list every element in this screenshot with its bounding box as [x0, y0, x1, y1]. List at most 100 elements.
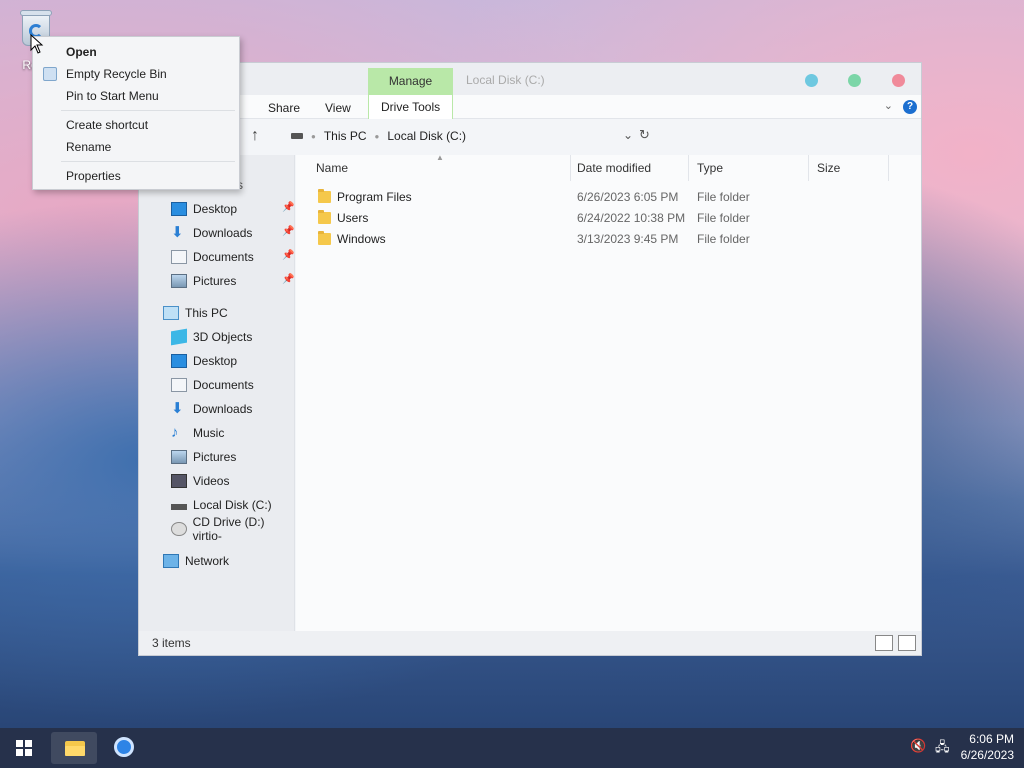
tab-share[interactable]: Share: [268, 101, 300, 115]
menu-item-pin-to-start[interactable]: Pin to Start Menu: [66, 89, 159, 103]
pin-icon: 📌: [282, 250, 295, 261]
breadcrumb-this-pc[interactable]: This PC: [324, 129, 367, 143]
nav-item-documents-pinned[interactable]: Documents: [171, 247, 254, 267]
nav-item-desktop-pinned[interactable]: Desktop: [171, 199, 237, 219]
nav-label: Desktop: [193, 354, 238, 368]
folder-icon: [318, 231, 331, 245]
nav-item-cd-drive[interactable]: CD Drive (D:) virtio-: [171, 515, 294, 543]
network-tray-icon[interactable]: 🖧: [935, 738, 950, 760]
window-title: Local Disk (C:): [466, 73, 545, 87]
nav-label: Videos: [193, 474, 230, 488]
windows-start-icon[interactable]: [16, 740, 32, 756]
nav-label: Network: [185, 554, 230, 568]
title-bar[interactable]: Manage Local Disk (C:): [139, 63, 921, 95]
menu-item-properties[interactable]: Properties: [66, 169, 121, 183]
file-type: File folder: [697, 232, 750, 246]
nav-label: Pictures: [193, 274, 237, 288]
manage-contextual-tab[interactable]: Manage: [368, 68, 453, 95]
nav-item-videos[interactable]: Videos: [171, 471, 229, 491]
document-icon: [171, 378, 187, 392]
recycle-bin-context-menu: Open Empty Recycle Bin Pin to Start Menu…: [32, 36, 240, 190]
pin-icon: 📌: [282, 202, 295, 213]
column-header-type[interactable]: Type: [689, 155, 809, 181]
menu-item-rename[interactable]: Rename: [66, 140, 111, 154]
cube-icon: [171, 328, 187, 346]
document-icon: [171, 250, 187, 264]
nav-network[interactable]: Network: [163, 551, 229, 571]
tab-view[interactable]: View: [325, 101, 351, 115]
nav-label: Pictures: [193, 450, 237, 464]
desktop-icon: [171, 354, 187, 368]
file-name: Windows: [337, 232, 386, 246]
pin-icon: 📌: [282, 274, 295, 285]
expand-ribbon-icon[interactable]: ⌄: [884, 99, 893, 112]
taskbar: 🔇 🖧 6:06 PM 6/26/2023: [0, 728, 1024, 768]
nav-item-documents[interactable]: Documents: [171, 375, 254, 395]
nav-label: Downloads: [193, 402, 253, 416]
nav-this-pc[interactable]: This PC: [163, 303, 228, 323]
up-arrow-icon[interactable]: ↑: [251, 127, 259, 145]
details-view-icon[interactable]: [875, 635, 893, 651]
breadcrumb-local-disk[interactable]: Local Disk (C:): [387, 129, 466, 143]
taskbar-file-explorer[interactable]: [51, 732, 97, 764]
file-name: Program Files: [337, 190, 412, 204]
tab-drive-tools[interactable]: Drive Tools: [368, 95, 454, 119]
picture-icon: [171, 450, 187, 464]
picture-icon: [171, 274, 187, 288]
column-header-size[interactable]: Size: [809, 155, 889, 181]
minimize-button[interactable]: [805, 74, 818, 87]
column-header-name[interactable]: Name: [308, 155, 571, 181]
music-note-icon: ♪: [171, 424, 179, 441]
nav-label: 3D Objects: [193, 330, 253, 344]
nav-item-pictures[interactable]: Pictures: [171, 447, 236, 467]
table-row[interactable]: Windows 3/13/2023 9:45 PM File folder: [296, 229, 921, 250]
maximize-button[interactable]: [848, 74, 861, 87]
nav-label: Desktop: [193, 202, 238, 216]
drive-icon: [291, 133, 303, 139]
status-bar: 3 items: [139, 631, 921, 655]
table-row[interactable]: Users 6/24/2022 10:38 PM File folder: [296, 208, 921, 229]
nav-label: This PC: [185, 306, 228, 320]
refresh-icon[interactable]: ↻: [639, 127, 650, 143]
clock-time: 6:06 PM: [969, 732, 1014, 746]
nav-item-3d-objects[interactable]: 3D Objects: [171, 327, 252, 347]
nav-item-pictures-pinned[interactable]: Pictures: [171, 271, 236, 291]
column-headers: ▲ Name Date modified Type Size: [296, 153, 921, 181]
ribbon-tabs: Share View Drive Tools ⌄ ?: [139, 95, 921, 119]
speaker-muted-icon[interactable]: 🔇: [910, 738, 926, 754]
column-header-date[interactable]: Date modified: [569, 155, 689, 181]
file-list: ▲ Name Date modified Type Size Program F…: [296, 153, 921, 633]
download-arrow-icon: ⬇: [171, 224, 184, 241]
table-row[interactable]: Program Files 6/26/2023 6:05 PM File fol…: [296, 187, 921, 208]
folder-icon: [65, 741, 85, 756]
nav-label: Downloads: [193, 226, 253, 240]
file-explorer-window: Manage Local Disk (C:) Share View Drive …: [138, 62, 922, 656]
download-arrow-icon: ⬇: [171, 400, 184, 417]
nav-item-desktop[interactable]: Desktop: [171, 351, 237, 371]
nav-label: Local Disk (C:): [193, 498, 272, 512]
address-dropdown-icon[interactable]: ⌄: [623, 128, 633, 142]
desktop-icon: [171, 202, 187, 216]
file-type: File folder: [697, 211, 750, 225]
taskbar-chrome[interactable]: [100, 732, 146, 764]
nav-label: Music: [193, 426, 225, 440]
file-date: 3/13/2023 9:45 PM: [577, 232, 679, 246]
nav-item-local-disk[interactable]: Local Disk (C:): [171, 495, 272, 515]
drive-icon: [171, 504, 187, 510]
file-date: 6/24/2022 10:38 PM: [577, 211, 686, 225]
menu-item-open[interactable]: Open: [66, 45, 97, 59]
menu-separator: [61, 161, 235, 162]
menu-separator: [61, 110, 235, 111]
menu-item-create-shortcut[interactable]: Create shortcut: [66, 118, 148, 132]
nav-item-downloads[interactable]: ⬇ Downloads: [171, 399, 252, 419]
close-button[interactable]: [892, 74, 905, 87]
breadcrumb[interactable]: ● This PC ● Local Disk (C:): [291, 129, 466, 143]
large-icons-view-icon[interactable]: [898, 635, 916, 651]
help-icon[interactable]: ?: [903, 100, 917, 114]
nav-label: Documents: [193, 378, 254, 392]
nav-item-downloads-pinned[interactable]: ⬇ Downloads: [171, 223, 252, 243]
file-date: 6/26/2023 6:05 PM: [577, 190, 679, 204]
nav-item-music[interactable]: ♪ Music: [171, 423, 224, 443]
menu-item-empty-recycle-bin[interactable]: Empty Recycle Bin: [66, 67, 167, 81]
clock[interactable]: 6:06 PM 6/26/2023: [961, 731, 1014, 763]
